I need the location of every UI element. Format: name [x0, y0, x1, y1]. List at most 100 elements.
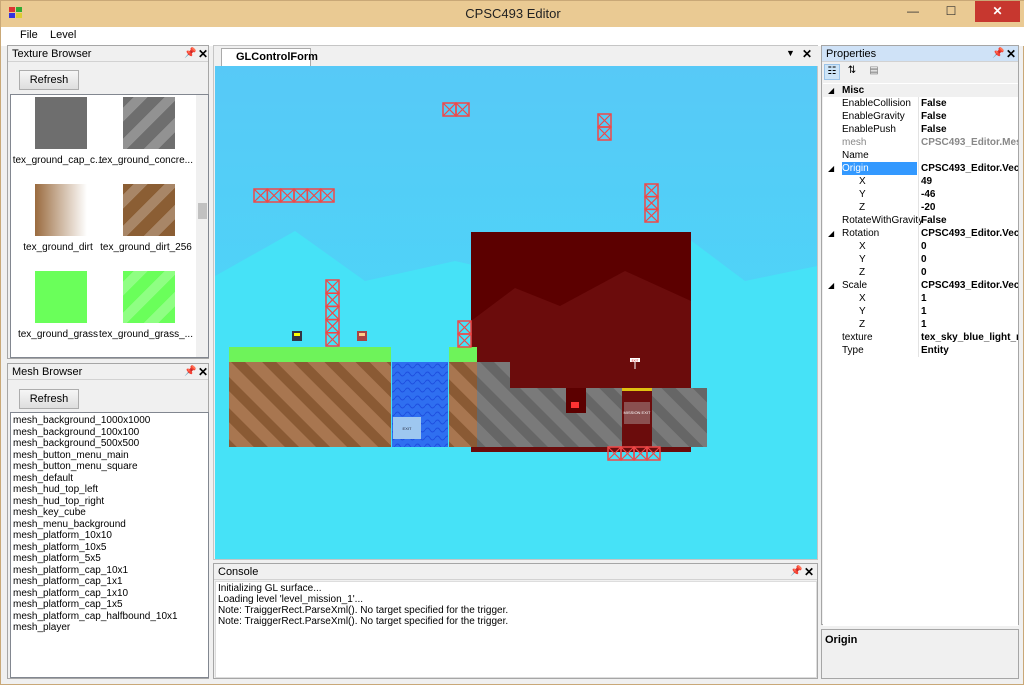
alphabetical-sort-icon[interactable]: ⇅ [844, 64, 860, 80]
property-value[interactable]: CPSC493_Editor.Vec3 [921, 162, 1018, 175]
property-value[interactable]: CPSC493_Editor.Vec3 [921, 227, 1018, 240]
mesh-list-item[interactable]: mesh_default [11, 473, 208, 485]
mesh-list-item[interactable]: mesh_key_cube [11, 507, 208, 519]
texture-item[interactable]: tex_ground_cap_c... [11, 97, 105, 183]
mesh-list-item[interactable]: mesh_button_menu_main [11, 450, 208, 462]
mesh-list-item[interactable]: mesh_menu_background [11, 519, 208, 531]
property-value[interactable]: 0 [921, 266, 927, 279]
menu-file[interactable]: File [20, 29, 38, 41]
expand-icon[interactable]: ◢ [828, 162, 834, 175]
property-row[interactable]: Y -46 [823, 188, 1018, 201]
close-button[interactable]: ✕ [975, 1, 1020, 22]
property-row[interactable]: Y1 [823, 305, 1018, 318]
pin-icon[interactable]: 📌 [184, 364, 196, 380]
property-row[interactable]: Type Entity [823, 344, 1018, 357]
tab-glcontrolform[interactable]: GLControlForm [221, 48, 318, 66]
texture-item[interactable]: tex_ground_dirt_256 [99, 184, 193, 270]
scrollbar-thumb[interactable] [198, 203, 207, 219]
property-row[interactable]: ◢ Rotation CPSC493_Editor.Vec3 [823, 227, 1018, 240]
game-scene-viewport[interactable]: EXIT MISSION EXIT EXIT [215, 66, 817, 559]
minimize-button[interactable]: — [898, 1, 928, 22]
console-output[interactable]: Initializing GL surface... Loading level … [215, 581, 817, 678]
maximize-button[interactable]: ☐ [936, 1, 966, 22]
property-value[interactable]: 0 [921, 240, 927, 253]
property-row[interactable]: EnablePush False [823, 123, 1018, 136]
mesh-list-item[interactable]: mesh_platform_cap_halfbound_10x1 [11, 611, 208, 623]
texture-item[interactable]: tex_ground_dirt [11, 184, 105, 270]
mesh-list-item[interactable]: mesh_background_1000x1000 [11, 415, 208, 427]
property-row[interactable]: X1 [823, 292, 1018, 305]
property-value[interactable]: tex_sky_blue_light_rig [921, 331, 1018, 344]
close-panel-icon[interactable]: ✕ [804, 564, 814, 580]
title-bar[interactable]: CPSC493 Editor — ☐ ✕ [1, 1, 1024, 27]
mesh-list-item[interactable]: mesh_button_menu_square [11, 461, 208, 473]
property-row[interactable]: Z0 [823, 266, 1018, 279]
pin-icon[interactable]: 📌 [790, 564, 802, 580]
property-row[interactable]: Z1 [823, 318, 1018, 331]
property-row[interactable]: EnableCollision False [823, 97, 1018, 110]
close-panel-icon[interactable]: ✕ [198, 364, 208, 380]
expand-icon[interactable]: ◢ [828, 279, 834, 292]
property-row[interactable]: X0 [823, 240, 1018, 253]
property-row[interactable]: RotateWithGravity False [823, 214, 1018, 227]
key-slot [566, 388, 586, 413]
texture-refresh-button[interactable]: Refresh [19, 70, 79, 90]
expand-icon[interactable]: ◢ [828, 227, 834, 240]
mesh-list-item[interactable]: mesh_player [11, 622, 208, 634]
mesh-list-item[interactable]: mesh_platform_10x5 [11, 542, 208, 554]
property-value[interactable]: False [921, 123, 947, 136]
property-value[interactable]: Entity [921, 344, 949, 357]
property-row[interactable]: mesh CPSC493_Editor.Mesh [823, 136, 1018, 149]
texture-label: tex_ground_concre... [99, 155, 193, 166]
tab-dropdown-icon[interactable]: ▼ [786, 48, 795, 58]
mesh-list-item[interactable]: mesh_platform_cap_10x1 [11, 565, 208, 577]
property-row[interactable]: EnableGravity False [823, 110, 1018, 123]
category-misc[interactable]: ◢ Misc [823, 84, 1018, 97]
categorized-icon[interactable]: ☷ [824, 64, 840, 80]
mesh-list-item[interactable]: mesh_platform_5x5 [11, 553, 208, 565]
texture-scrollbar[interactable] [196, 95, 208, 357]
mesh-list-item[interactable]: mesh_platform_10x10 [11, 530, 208, 542]
close-panel-icon[interactable]: ✕ [1006, 46, 1016, 62]
property-value[interactable]: CPSC493_Editor.Mesh [921, 136, 1018, 149]
mesh-list-item[interactable]: mesh_hud_top_right [11, 496, 208, 508]
property-value[interactable]: False [921, 214, 947, 227]
property-row[interactable]: ◢ Origin CPSC493_Editor.Vec3 [823, 162, 1018, 175]
texture-item[interactable]: tex_ground_grass [11, 271, 105, 357]
menu-level[interactable]: Level [50, 29, 76, 41]
properties-header: Properties [822, 46, 1018, 62]
collapse-icon[interactable]: ◢ [828, 84, 834, 97]
property-row[interactable]: Z -20 [823, 201, 1018, 214]
property-value[interactable]: 1 [921, 318, 927, 331]
mesh-list-item[interactable]: mesh_hud_top_left [11, 484, 208, 496]
property-pages-icon[interactable]: ▤ [866, 64, 882, 80]
property-value[interactable]: 1 [921, 305, 927, 318]
property-value[interactable]: 0 [921, 253, 927, 266]
grid-separator[interactable] [918, 97, 919, 357]
description-title: Origin [825, 634, 858, 646]
texture-item[interactable]: tex_ground_grass_... [99, 271, 193, 357]
mesh-list-item[interactable]: mesh_platform_cap_1x1 [11, 576, 208, 588]
property-row[interactable]: X 49 [823, 175, 1018, 188]
mesh-list-item[interactable]: mesh_platform_cap_1x10 [11, 588, 208, 600]
property-value[interactable]: False [921, 110, 947, 123]
close-tab-icon[interactable]: ✕ [802, 47, 812, 61]
mesh-list-item[interactable]: mesh_background_500x500 [11, 438, 208, 450]
mesh-list-item[interactable]: mesh_platform_cap_1x5 [11, 599, 208, 611]
mesh-refresh-button[interactable]: Refresh [19, 389, 79, 409]
close-panel-icon[interactable]: ✕ [198, 46, 208, 62]
property-row[interactable]: texturetex_sky_blue_light_rig [823, 331, 1018, 344]
property-value[interactable]: -46 [921, 188, 935, 201]
property-row[interactable]: Y0 [823, 253, 1018, 266]
property-value[interactable]: 1 [921, 292, 927, 305]
property-row[interactable]: ◢ Scale CPSC493_Editor.Vec3 [823, 279, 1018, 292]
property-value[interactable]: 49 [921, 175, 932, 188]
property-value[interactable]: CPSC493_Editor.Vec3 [921, 279, 1018, 292]
mesh-list-item[interactable]: mesh_background_100x100 [11, 427, 208, 439]
property-value[interactable]: False [921, 97, 947, 110]
property-value[interactable]: -20 [921, 201, 935, 214]
pin-icon[interactable]: 📌 [992, 46, 1004, 62]
pin-icon[interactable]: 📌 [184, 46, 196, 62]
property-row[interactable]: Name [823, 149, 1018, 162]
texture-item[interactable]: tex_ground_concre... [99, 97, 193, 183]
